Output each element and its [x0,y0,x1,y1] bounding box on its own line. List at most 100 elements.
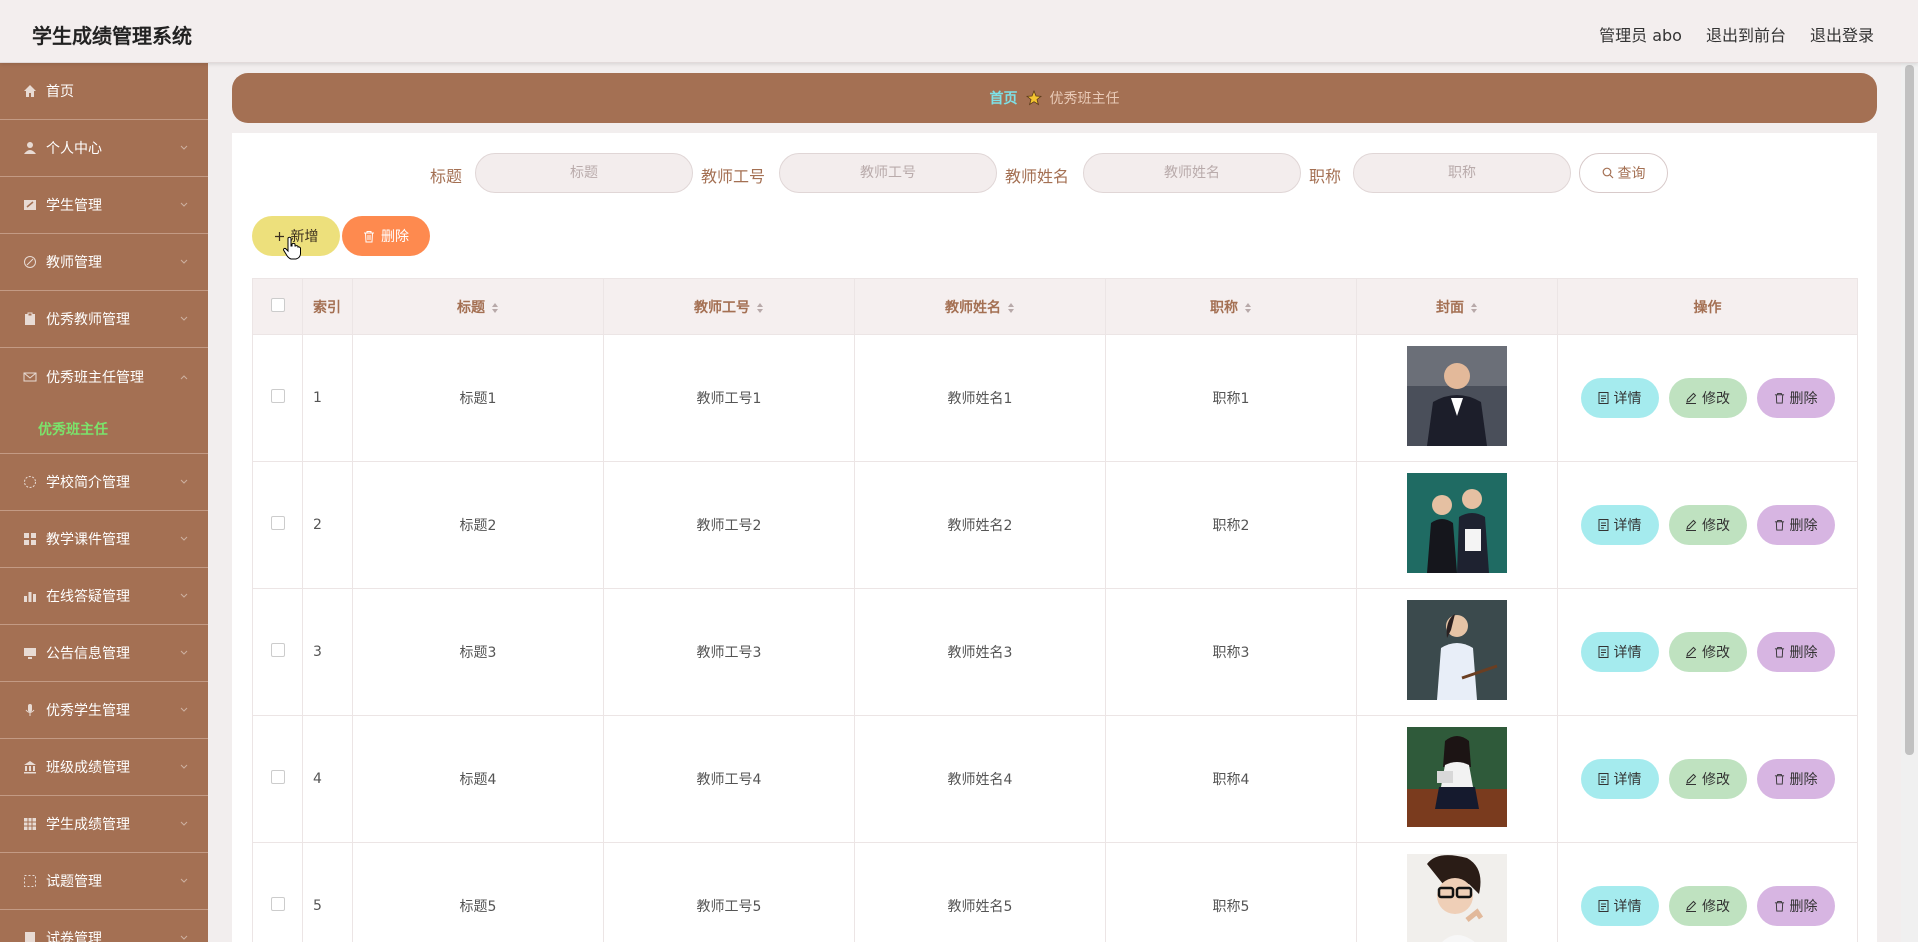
scrollbar-thumb[interactable] [1905,65,1914,755]
sidebar-item-excellent-students[interactable]: 优秀学生管理 [0,682,208,739]
col-actions: 操作 [1557,278,1858,335]
row-checkbox[interactable] [270,389,285,403]
sidebar-item-student-scores[interactable]: 学生成绩管理 [0,796,208,853]
col-title[interactable]: 标题 [352,278,604,335]
row-delete-button[interactable]: 删除 [1756,886,1835,926]
title-search-input[interactable] [475,153,693,193]
sidebar-item-label: 教学课件管理 [46,532,130,548]
sidebar-item-label: 试题管理 [46,874,102,890]
sidebar-item-label: 班级成绩管理 [46,760,130,776]
row-select-cell [252,588,303,716]
teacher-table: 索引 标题 教师工号 教师姓名 职称 封面 操作 1 标题1 教师工号1 教师姓… [252,278,1858,942]
col-cover[interactable]: 封面 [1356,278,1558,335]
row-title: 标题4 [352,715,604,843]
main-content: 标题 教师工号 教师姓名 职称 查询 新增 删除 索引 标题 教师工 [232,133,1877,942]
chevron-down-icon [180,935,188,940]
sidebar-item-teachers[interactable]: 教师管理 [0,234,208,291]
cover-image[interactable] [1407,473,1507,573]
edit-button[interactable]: 修改 [1668,886,1747,926]
col-title-label: 标题 [457,299,485,316]
col-cover-label: 封面 [1436,299,1464,316]
sort-icon [757,302,763,313]
col-rank[interactable]: 职称 [1105,278,1357,335]
cover-image[interactable] [1407,854,1507,942]
row-title: 标题3 [352,588,604,716]
sidebar-item-students[interactable]: 学生管理 [0,177,208,234]
chevron-up-icon [180,374,188,379]
vertical-scrollbar[interactable] [1901,63,1918,942]
col-teacher-name[interactable]: 教师姓名 [854,278,1106,335]
select-all-checkbox[interactable] [270,297,285,312]
edit-label: 修改 [1702,772,1730,788]
detail-button[interactable]: 详情 [1580,759,1659,799]
edit-button[interactable]: 修改 [1668,505,1747,545]
edit-button[interactable]: 修改 [1668,632,1747,672]
header-links: 管理员 abo 退出到前台 退出登录 [1599,22,1874,46]
batch-delete-button[interactable]: 删除 [342,216,430,256]
sidebar-item-announcements[interactable]: 公告信息管理 [0,625,208,682]
logout-link[interactable]: 退出登录 [1810,22,1874,46]
teacher-no-search-input[interactable] [779,153,997,193]
chevron-down-icon [180,202,188,207]
sidebar-item-courseware[interactable]: 教学课件管理 [0,511,208,568]
detail-button[interactable]: 详情 [1580,886,1659,926]
sidebar-item-label: 个人中心 [46,141,102,157]
chevron-down-icon [180,479,188,484]
row-delete-button[interactable]: 删除 [1756,378,1835,418]
cover-image[interactable] [1407,346,1507,446]
col-index: 索引 [302,278,353,335]
edit-button[interactable]: 修改 [1668,759,1747,799]
row-index: 3 [302,588,353,716]
document-icon [1598,646,1608,658]
detail-button[interactable]: 详情 [1580,505,1659,545]
cover-image[interactable] [1407,727,1507,827]
row-checkbox[interactable] [270,643,285,657]
row-delete-label: 删除 [1789,899,1818,915]
back-to-frontend-link[interactable]: 退出到前台 [1706,22,1786,46]
row-actions-cell: 详情 修改 删除 [1557,588,1858,716]
sidebar-item-online-qa[interactable]: 在线答疑管理 [0,568,208,625]
query-button[interactable]: 查询 [1579,153,1668,193]
row-title: 标题2 [352,461,604,589]
sidebar-item-school-intro[interactable]: 学校简介管理 [0,454,208,511]
sidebar-subitem-excellent-head-teacher[interactable]: 优秀班主任 [0,405,208,454]
sidebar-item-exam-papers[interactable]: 试卷管理 [0,910,208,942]
top-header: 学生成绩管理系统 管理员 abo 退出到前台 退出登录 [0,0,1918,63]
rank-search-input[interactable] [1353,153,1571,193]
dashed-square-icon [22,873,38,889]
edit-button[interactable]: 修改 [1668,378,1747,418]
row-checkbox[interactable] [270,770,285,784]
sidebar-item-class-scores[interactable]: 班级成绩管理 [0,739,208,796]
sidebar-item-label: 学校简介管理 [46,475,130,491]
row-teacher-no: 教师工号1 [603,334,855,462]
row-delete-button[interactable]: 删除 [1756,632,1835,672]
col-teacher-no-label: 教师工号 [694,299,750,316]
rank-label: 职称 [1309,167,1342,186]
admin-user-link[interactable]: 管理员 abo [1599,22,1682,46]
row-delete-button[interactable]: 删除 [1756,759,1835,799]
detail-button[interactable]: 详情 [1580,632,1659,672]
teacher-name-search-input[interactable] [1083,153,1301,193]
row-teacher-name: 教师姓名3 [854,588,1106,716]
row-checkbox[interactable] [270,516,285,530]
sidebar-item-excellent-teachers[interactable]: 优秀教师管理 [0,291,208,348]
detail-button[interactable]: 详情 [1580,378,1659,418]
row-rank: 职称5 [1105,842,1357,942]
cover-image[interactable] [1407,600,1507,700]
row-delete-button[interactable]: 删除 [1756,505,1835,545]
trash-icon [1774,900,1784,912]
row-actions-cell: 详情 修改 删除 [1557,334,1858,462]
sidebar-item-excellent-head-teachers[interactable]: 优秀班主任管理 [0,348,208,405]
breadcrumb-home-link[interactable]: 首页 [990,88,1018,108]
chevron-down-icon [180,593,188,598]
sidebar-item-home[interactable]: 首页 [0,63,208,120]
sidebar-item-personal-center[interactable]: 个人中心 [0,120,208,177]
detail-label: 详情 [1613,518,1642,534]
sidebar-item-questions[interactable]: 试题管理 [0,853,208,910]
col-teacher-no[interactable]: 教师工号 [603,278,855,335]
teacher-name-label: 教师姓名 [1005,167,1070,186]
sidebar-item-label: 优秀教师管理 [46,312,130,328]
row-checkbox[interactable] [270,897,285,911]
sort-icon [1245,302,1251,313]
sidebar-item-label: 在线答疑管理 [46,589,130,605]
